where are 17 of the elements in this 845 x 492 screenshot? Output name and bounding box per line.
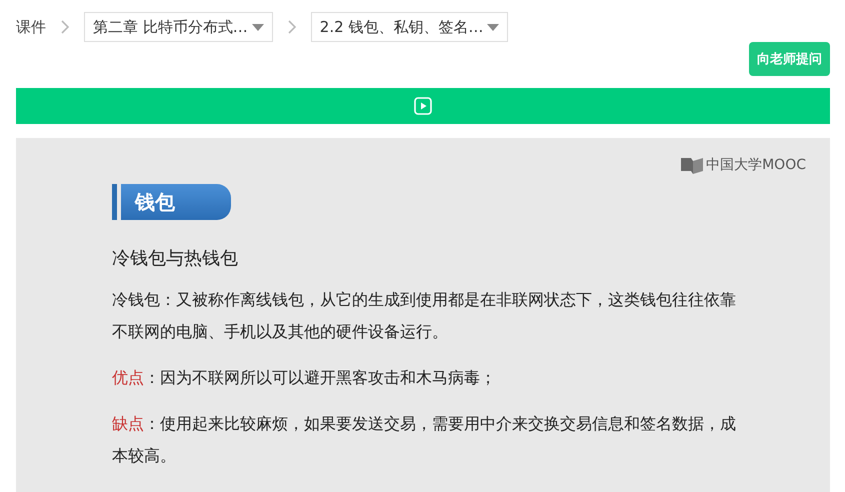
chevron-right-icon — [286, 19, 297, 35]
slide-subtitle: 冷钱包与热钱包 — [112, 247, 239, 270]
book-icon — [681, 156, 704, 174]
paragraph: 冷钱包：又被称作离线钱包，从它的生成到使用都是在非联网状态下，这类钱包往往依靠不联网的电脑、手机以及其他的硬件设备运行。 — [112, 289, 737, 343]
play-bar[interactable] — [16, 88, 830, 124]
caret-icon — [487, 24, 500, 30]
chapter-dropdown[interactable]: 第二章 比特币分布式… — [84, 12, 273, 42]
slide-heading: 钱包 — [121, 184, 231, 220]
heading-stripe — [112, 184, 117, 220]
paragraph: 缺点：使用起来比较麻烦，如果要发送交易，需要用中介来交换交易信息和签名数据，成本较高。 — [112, 413, 737, 467]
section-dropdown[interactable]: 2.2 钱包、私钥、签名… — [310, 12, 508, 42]
paragraph: 优点：因为不联网所以可以避开黑客攻击和木马病毒； — [112, 367, 497, 389]
play-icon — [414, 97, 432, 115]
caret-icon — [252, 24, 264, 30]
chevron-right-icon — [60, 19, 70, 35]
breadcrumb-root[interactable]: 课件 — [16, 18, 46, 36]
logo-text: 中国大学MOOC — [706, 156, 806, 174]
